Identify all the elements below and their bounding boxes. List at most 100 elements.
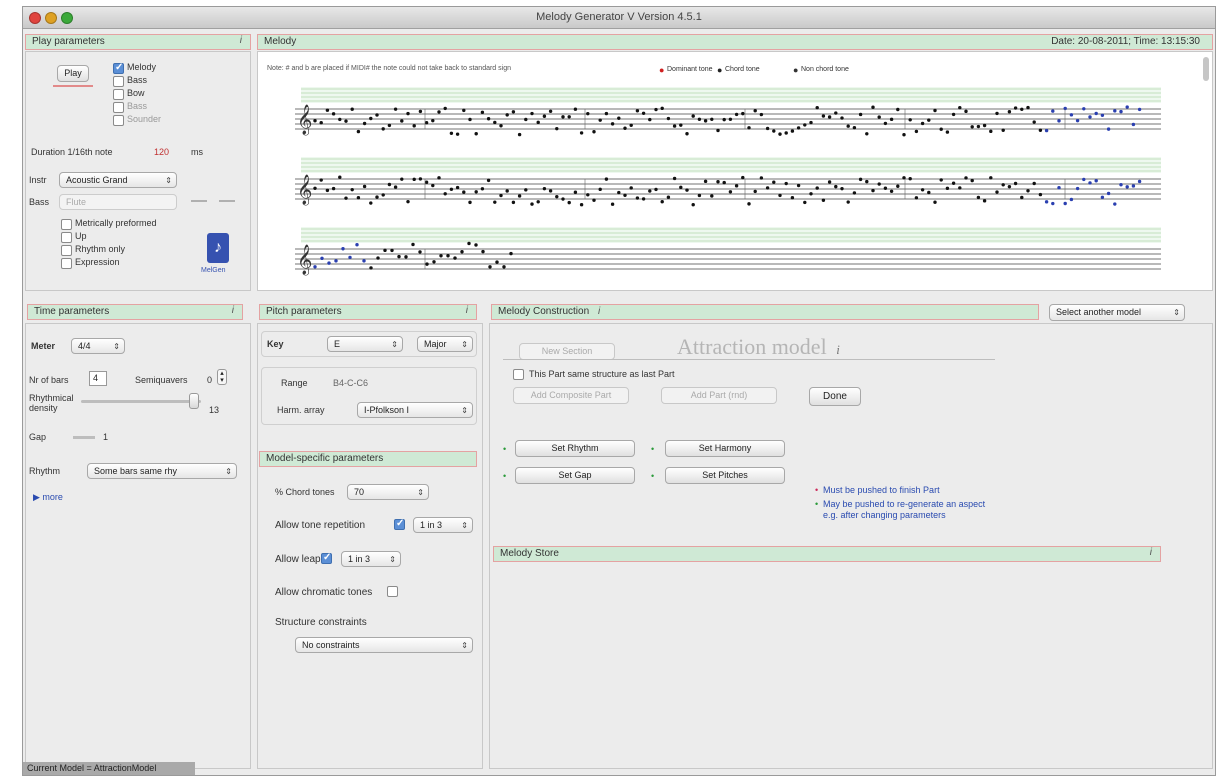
play-option-checkbox-2[interactable] — [61, 245, 72, 256]
key-value: E — [334, 339, 341, 349]
note-head — [852, 191, 857, 195]
note-head — [431, 118, 435, 123]
note-head — [641, 197, 646, 201]
same-structure-checkbox[interactable] — [513, 369, 524, 380]
model-specific-header: Model-specific parameters — [259, 451, 477, 467]
tone-repetition-checkbox[interactable] — [394, 518, 405, 530]
add-composite-part-button[interactable]: Add Composite Part — [513, 387, 629, 404]
instrument-select[interactable]: Acoustic Grand ⇕ — [59, 172, 177, 188]
note-head — [397, 254, 401, 259]
note-head — [524, 188, 528, 192]
legend-label-2: Non chord tone — [801, 66, 849, 73]
play-option-checkbox-1[interactable] — [61, 232, 72, 243]
note-head — [635, 109, 640, 113]
note-head — [387, 182, 392, 187]
note-head — [486, 117, 491, 121]
density-slider-track[interactable] — [81, 400, 201, 403]
note-head — [474, 243, 478, 247]
chevron-updown-icon: ⇕ — [461, 340, 468, 349]
legend-must-text: Must be pushed to finish Part — [823, 485, 940, 495]
leap-checkbox[interactable] — [321, 552, 332, 564]
note-head — [728, 190, 733, 194]
note-head — [495, 260, 499, 264]
key-select[interactable]: E ⇕ — [327, 336, 403, 352]
note-head — [722, 117, 726, 122]
note-head — [778, 193, 782, 198]
note-head — [908, 118, 912, 122]
bass-select[interactable]: Flute — [59, 194, 177, 210]
note-head — [586, 111, 590, 116]
play-button[interactable]: Play — [57, 65, 89, 82]
rhythm-value: Some bars same rhy — [94, 466, 178, 476]
note-head — [920, 188, 925, 192]
note-head — [432, 260, 436, 264]
leap-select[interactable]: 1 in 3 ⇕ — [341, 551, 401, 567]
play-option-checkbox-0[interactable] — [61, 219, 72, 230]
info-icon[interactable]: i — [232, 305, 234, 316]
play-option-checkbox-3[interactable] — [61, 258, 72, 269]
structure-select[interactable]: No constraints ⇕ — [295, 637, 473, 653]
treble-clef: 𝄞 — [297, 104, 312, 136]
mode-select[interactable]: Major ⇕ — [417, 336, 473, 352]
meter-select[interactable]: 4/4 ⇕ — [71, 338, 125, 354]
duration-label: Duration 1/16th note — [31, 147, 113, 157]
select-model-dropdown[interactable]: Select another model ⇕ — [1049, 304, 1185, 321]
chevron-updown-icon: ⇕ — [391, 340, 398, 349]
note-head — [1119, 109, 1123, 114]
melody-scrollbar[interactable] — [1203, 57, 1209, 81]
note-head — [573, 107, 578, 111]
legend-dot-2: ● — [793, 65, 799, 75]
done-button[interactable]: Done — [809, 387, 861, 406]
note-head — [387, 123, 392, 128]
note-head — [703, 179, 708, 184]
new-section-button[interactable]: New Section — [519, 343, 615, 360]
note-head — [437, 110, 441, 114]
duration-value[interactable]: 120 — [154, 147, 169, 157]
note-head — [734, 184, 739, 188]
info-icon[interactable]: i — [1150, 547, 1152, 558]
info-icon[interactable]: i — [836, 342, 840, 357]
semiquaver-stepper[interactable]: ▴ ▾ — [217, 369, 227, 385]
voice-checkbox-4[interactable] — [113, 115, 124, 126]
harm-array-select[interactable]: I-Pfolkson I ⇕ — [357, 402, 473, 418]
info-icon[interactable]: i — [466, 305, 468, 316]
bars-input[interactable]: 4 — [89, 371, 107, 386]
gap-slider-track[interactable] — [73, 436, 95, 439]
add-part-button[interactable]: Add Part (rnd) — [661, 387, 777, 404]
rhythm-select[interactable]: Some bars same rhy ⇕ — [87, 463, 237, 479]
note-head — [362, 184, 367, 189]
note-head — [691, 203, 695, 207]
set-harmony-button[interactable]: Set Harmony — [665, 440, 785, 457]
note-head — [443, 192, 447, 196]
note-head — [505, 189, 509, 193]
info-icon[interactable]: i — [598, 306, 600, 317]
voice-checkbox-1[interactable] — [113, 76, 124, 87]
note-head — [418, 109, 423, 114]
voice-checkbox-2[interactable] — [113, 89, 124, 100]
voice-checkbox-3[interactable] — [113, 102, 124, 113]
info-icon[interactable]: i — [240, 35, 242, 46]
set-pitches-button[interactable]: Set Pitches — [665, 467, 785, 484]
note-head — [858, 112, 863, 117]
note-head — [418, 250, 422, 254]
tone-repetition-select[interactable]: 1 in 3 ⇕ — [413, 517, 473, 533]
note-head — [1137, 107, 1142, 112]
voice-checkbox-0[interactable] — [113, 62, 124, 74]
duration-unit: ms — [191, 147, 203, 157]
gap-value: 1 — [103, 432, 109, 442]
set-rhythm-button[interactable]: Set Rhythm — [515, 440, 635, 457]
voice-label-1: Bass — [127, 75, 148, 85]
melody-staves: 𝄞 𝄞 𝄞 — [295, 87, 1161, 276]
volume-slider-1[interactable] — [191, 200, 207, 202]
note-head — [1137, 179, 1142, 184]
more-link[interactable]: ▶ more — [33, 492, 63, 503]
chromatic-checkbox[interactable] — [387, 586, 398, 597]
volume-slider-2[interactable] — [219, 200, 235, 202]
note-head — [468, 200, 472, 205]
note-head — [1032, 181, 1036, 186]
note-head — [1088, 181, 1092, 185]
set-gap-button[interactable]: Set Gap — [515, 467, 635, 484]
note-head — [517, 132, 522, 137]
chord-tones-select[interactable]: 70 ⇕ — [347, 484, 429, 500]
density-slider-thumb[interactable] — [189, 393, 199, 409]
